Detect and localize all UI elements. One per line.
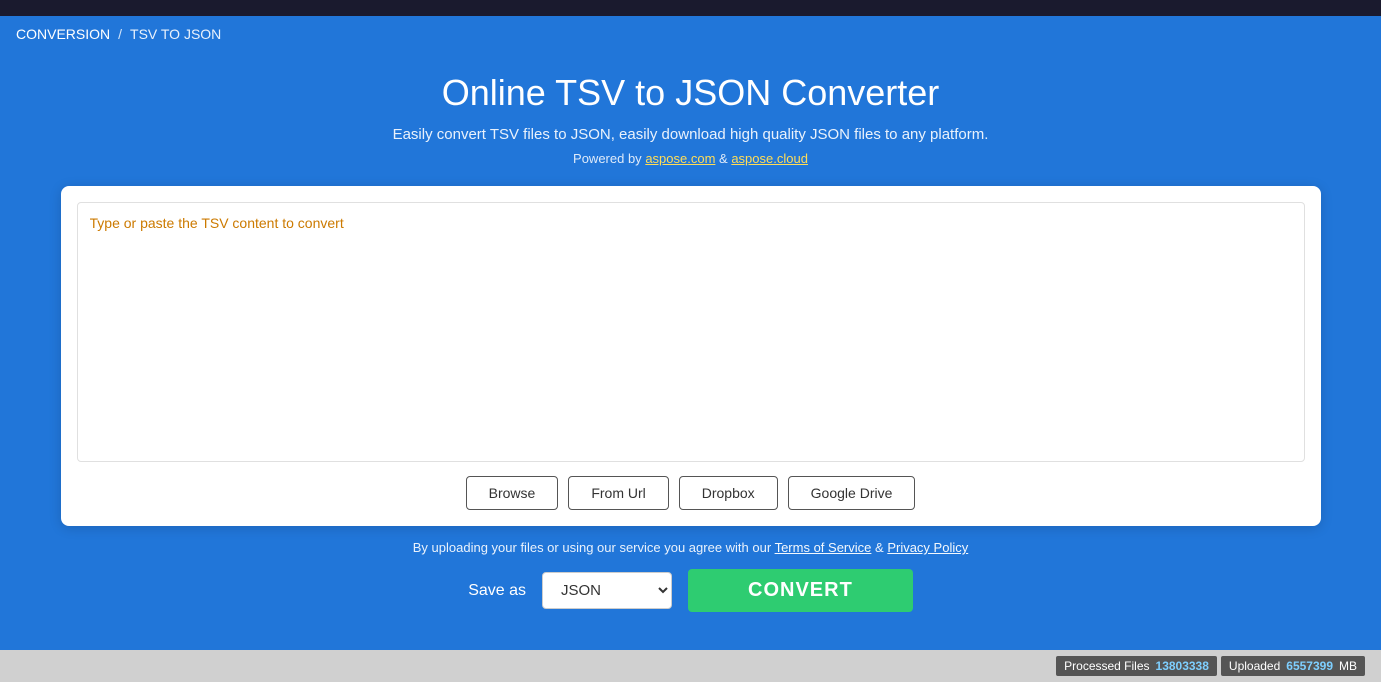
processed-files-badge: Processed Files 13803338 (1056, 656, 1217, 676)
aspose-cloud-link[interactable]: aspose.cloud (731, 151, 808, 166)
file-button-row: Browse From Url Dropbox Google Drive (77, 476, 1305, 510)
browse-button[interactable]: Browse (466, 476, 559, 510)
google-drive-button[interactable]: Google Drive (788, 476, 916, 510)
from-url-button[interactable]: From Url (568, 476, 668, 510)
uploaded-value: 6557399 (1286, 659, 1333, 673)
dropbox-button[interactable]: Dropbox (679, 476, 778, 510)
page-title: Online TSV to JSON Converter (442, 72, 940, 114)
tsv-input[interactable] (90, 215, 1292, 449)
upload-card: Browse From Url Dropbox Google Drive (61, 186, 1321, 526)
breadcrumb-separator: / (118, 26, 122, 42)
aspose-com-link[interactable]: aspose.com (645, 151, 715, 166)
convert-row: Save as JSON XML CSV XLS XLSX CONVERT (468, 569, 913, 612)
uploaded-unit: MB (1339, 659, 1357, 673)
format-select[interactable]: JSON XML CSV XLS XLSX (542, 572, 672, 609)
breadcrumb-home[interactable]: CONVERSION (16, 26, 110, 42)
page-subtitle: Easily convert TSV files to JSON, easily… (393, 126, 989, 143)
tos-link[interactable]: Terms of Service (775, 540, 872, 555)
save-as-label: Save as (468, 582, 526, 600)
powered-by: Powered by aspose.com & aspose.cloud (573, 151, 808, 166)
processed-files-label: Processed Files (1064, 659, 1149, 673)
terms-prefix: By uploading your files or using our ser… (413, 540, 771, 555)
uploaded-label: Uploaded (1229, 659, 1280, 673)
convert-button[interactable]: CONVERT (688, 569, 913, 612)
processed-files-value: 13803338 (1156, 659, 1209, 673)
breadcrumb: CONVERSION / TSV TO JSON (0, 16, 1381, 52)
terms-row: By uploading your files or using our ser… (413, 540, 968, 555)
main-content: Online TSV to JSON Converter Easily conv… (0, 52, 1381, 650)
privacy-link[interactable]: Privacy Policy (887, 540, 968, 555)
powered-by-and: & (719, 151, 731, 166)
powered-by-prefix: Powered by (573, 151, 642, 166)
uploaded-badge: Uploaded 6557399 MB (1221, 656, 1365, 676)
breadcrumb-current: TSV TO JSON (130, 26, 221, 42)
footer-stats: Processed Files 13803338 Uploaded 655739… (0, 650, 1381, 682)
top-bar (0, 0, 1381, 16)
textarea-container (77, 202, 1305, 462)
terms-and: & (875, 540, 887, 555)
